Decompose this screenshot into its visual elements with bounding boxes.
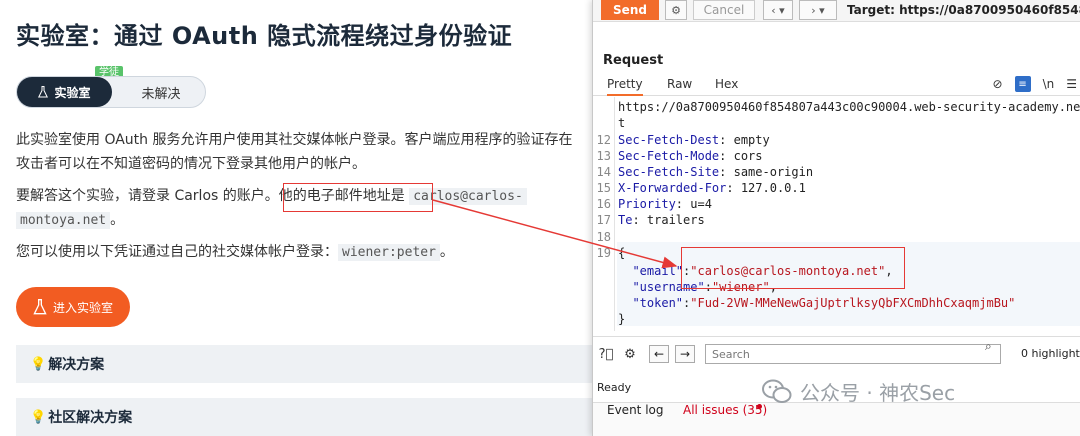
lab-page: 实验室：通过 OAuth 隐式流程绕过身份验证 学徒 实验室 未解决 此实验室使… <box>0 0 640 436</box>
send-button[interactable]: Send <box>601 0 659 20</box>
solution-accordion[interactable]: 💡 解决方案 <box>16 345 640 383</box>
code-line: 15 X-Forwarded-For: 127.0.0.1 <box>596 181 806 195</box>
access-lab-label: 进入实验室 <box>52 300 113 315</box>
back-button[interactable]: ‹ ▾ <box>763 0 793 20</box>
status-lab-label: 实验室 <box>54 85 91 100</box>
repeater-toolbar: Send ⚙ Cancel ‹ ▾ › ▾ Target: https://0a… <box>593 0 1080 22</box>
editor-tools: ⊘ ≡ \n ☰ <box>993 76 1077 92</box>
description-line-1: 此实验室使用 OAuth 服务允许用户使用其社交媒体帐户登录。客户端应用程序的验… <box>16 132 573 148</box>
status-ready: Ready <box>597 381 632 394</box>
code-line: 18 <box>596 230 611 244</box>
description-line-2: 攻击者可以在不知道密码的情况下登录其他用户的帐户。 <box>16 156 366 172</box>
flask-icon <box>33 299 47 315</box>
search-input[interactable]: Search <box>705 344 1001 364</box>
status-unsolved-label: 未解决 <box>141 86 181 102</box>
email-highlight-box <box>283 183 433 212</box>
chevron-left-icon: ‹ ▾ <box>771 3 785 17</box>
previous-match-button[interactable]: ← <box>649 345 669 363</box>
cancel-button[interactable]: Cancel <box>693 0 755 20</box>
email-code-2: montoya.net <box>16 212 111 229</box>
tab-pretty[interactable]: Pretty <box>607 77 643 96</box>
status-lab-button[interactable]: 实验室 <box>17 77 112 107</box>
request-title: Request <box>603 53 664 68</box>
code-line: 16 Priority: u=4 <box>596 197 712 211</box>
code-line: 12 Sec-Fetch-Dest: empty <box>596 133 770 147</box>
lab-status-toggle: 实验室 未解决 <box>16 76 206 108</box>
forward-button[interactable]: › ▾ <box>799 0 837 20</box>
community-label: 社区解决方案 <box>48 410 133 426</box>
gear-icon: ⚙ <box>671 3 681 17</box>
access-lab-button[interactable]: 进入实验室 <box>16 287 130 327</box>
goal-line-2: montoya.net。 <box>16 208 124 233</box>
arrow-left-icon: ← <box>653 347 665 361</box>
lightbulb-icon: 💡 <box>30 356 47 372</box>
request-editor[interactable]: https://0a8700950460f854807a443c00c90004… <box>593 97 1080 331</box>
tab-hex[interactable]: Hex <box>715 77 738 91</box>
wechat-logo-icon <box>762 379 792 403</box>
credentials-line: 您可以使用以下凭证通过自己的社交媒体帐户登录： wiener:peter。 <box>16 240 454 265</box>
json-line: } <box>618 312 626 326</box>
next-match-button[interactable]: → <box>675 345 695 363</box>
json-line: "token":"Fud-2VW-MMeNewGajUptrlksyQbFXCm… <box>632 296 1016 310</box>
code-line: 13 Sec-Fetch-Mode: cors <box>596 149 763 163</box>
settings-button[interactable]: ⚙ <box>665 0 687 20</box>
hide-eye-icon[interactable]: ⊘ <box>993 77 1003 91</box>
burp-repeater-panel: Send ⚙ Cancel ‹ ▾ › ▾ Target: https://0a… <box>592 0 1080 436</box>
goal-line-1: 要解答这个实验，请登录 Carlos 的账户。他的电子邮件地址是 carlos@… <box>16 184 527 209</box>
newline-toggle[interactable]: \n <box>1043 77 1055 91</box>
code-line: 14 Sec-Fetch-Site: same-origin <box>596 165 814 179</box>
status-bar <box>593 402 1080 436</box>
wrap-lines-icon[interactable]: ≡ <box>1014 76 1031 92</box>
goal-suffix: 。 <box>110 212 125 228</box>
goal-prefix: 要解答这个实验，请登录 Carlos 的账户。 <box>16 188 279 204</box>
arrow-right-icon: → <box>679 347 691 361</box>
highlights-count: 0 highlights <box>1021 347 1080 360</box>
event-log-tab[interactable]: Event log <box>607 403 663 417</box>
credentials-prefix: 您可以使用以下凭证通过自己的社交媒体帐户登录： <box>16 244 338 260</box>
page-title: 实验室：通过 OAuth 隐式流程绕过身份验证 <box>16 22 513 50</box>
credentials-suffix: 。 <box>439 244 454 260</box>
search-settings-gear-icon[interactable]: ⚙ <box>621 345 639 363</box>
community-lightbulb-icon: 💡 <box>30 409 47 425</box>
search-bar: ?⃝ ⚙ ← → Search ⌕ 0 highlights <box>593 336 1080 370</box>
email-json-highlight-box <box>681 247 905 289</box>
watermark: 公众号 · 神农Sec <box>762 377 955 406</box>
target-url: Target: https://0a8700950460f854807a443c <box>847 3 1080 17</box>
code-line: t <box>618 116 626 130</box>
menu-icon[interactable]: ☰ <box>1066 77 1077 91</box>
code-line: 17 Te: trailers <box>596 213 705 227</box>
all-issues-tab[interactable]: All issues (35) <box>683 403 767 417</box>
community-solutions-accordion[interactable]: 💡 社区解决方案 <box>16 398 640 436</box>
credentials-code: wiener:peter <box>338 244 440 261</box>
flask-icon <box>38 86 49 98</box>
chevron-right-icon: › ▾ <box>811 3 825 17</box>
tab-raw[interactable]: Raw <box>667 77 692 91</box>
help-icon[interactable]: ?⃝ <box>597 345 615 363</box>
request-tabs: Pretty Raw Hex ⊘ ≡ \n ☰ <box>593 74 1080 96</box>
code-line: https://0a8700950460f854807a443c00c90004… <box>618 100 1080 114</box>
solution-label: 解决方案 <box>48 357 105 373</box>
watermark-text: 公众号 · 神农Sec <box>800 381 956 405</box>
